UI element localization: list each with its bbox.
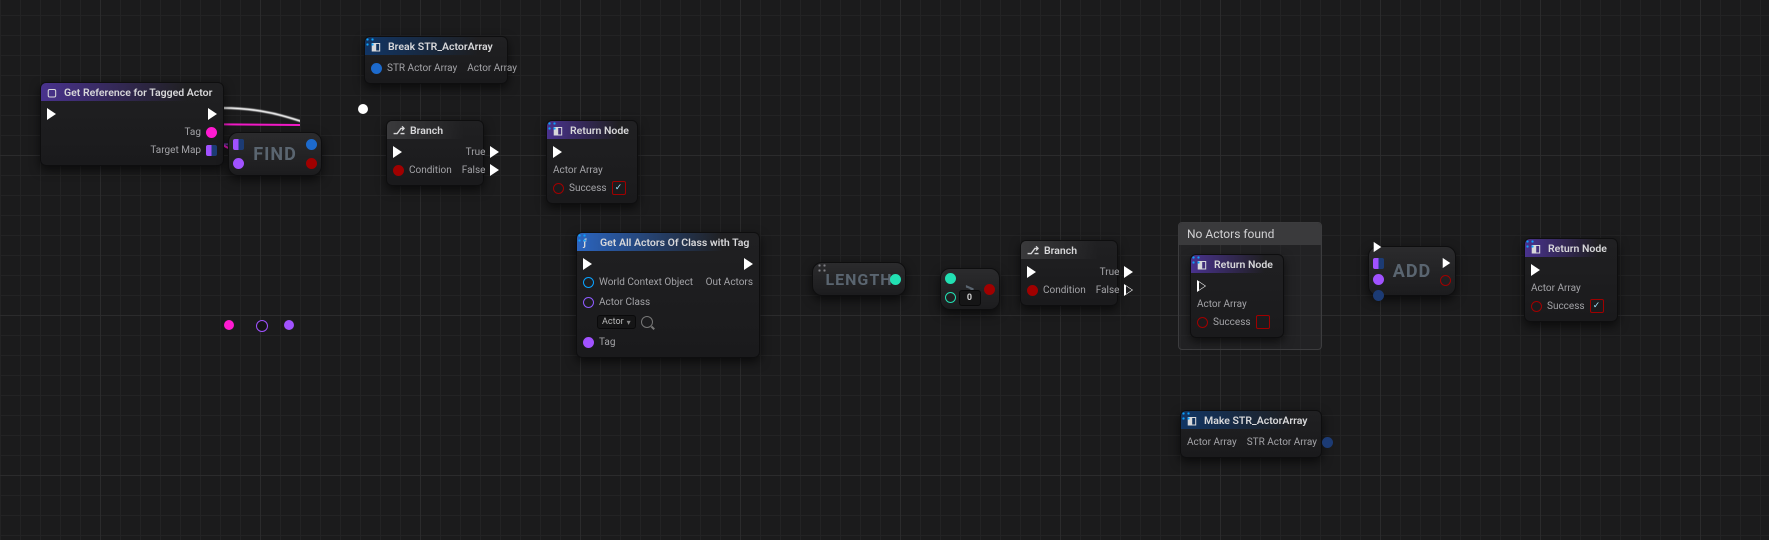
- getall-exec-in[interactable]: [583, 258, 592, 270]
- add-value-in[interactable]: [1373, 290, 1384, 301]
- node-break-struct[interactable]: ◧ Break STR_ActorArray STR Actor Array A…: [364, 36, 508, 84]
- return1-success-pin[interactable]: [553, 183, 564, 194]
- return2-success-checkbox[interactable]: [1256, 315, 1270, 329]
- node-add[interactable]: ADD: [1368, 246, 1456, 296]
- branch1-false-pin[interactable]: [490, 164, 499, 176]
- node-branch-1[interactable]: ⎇ Branch Condition True False: [386, 120, 484, 186]
- return2-success-pin[interactable]: [1197, 317, 1208, 328]
- add-map-in[interactable]: [1373, 258, 1384, 269]
- branch-icon: ⎇: [393, 124, 405, 136]
- pin-targetmap-out[interactable]: [206, 145, 217, 156]
- pin-tag-out[interactable]: [206, 127, 217, 138]
- reroute-exec-1[interactable]: [358, 104, 368, 114]
- find-bool-out[interactable]: [306, 158, 317, 169]
- node-title: Get All Actors Of Class with Tag: [600, 236, 749, 249]
- branch-icon: ⎇: [1027, 244, 1039, 256]
- return1-success-checkbox[interactable]: [612, 181, 626, 195]
- find-label: FIND: [253, 144, 297, 165]
- add-label: ADD: [1393, 261, 1432, 282]
- getall-exec-out[interactable]: [744, 258, 753, 270]
- branch1-true-pin[interactable]: [490, 146, 499, 158]
- make-out-pin[interactable]: [1322, 437, 1333, 448]
- return3-success-pin[interactable]: [1531, 301, 1542, 312]
- branch1-exec-in[interactable]: [393, 146, 402, 158]
- break-out-pin[interactable]: [365, 37, 375, 47]
- return2-arr-pin[interactable]: [1191, 255, 1201, 265]
- exec-in-pin[interactable]: [47, 108, 56, 120]
- getall-out-pin[interactable]: [577, 233, 587, 243]
- node-make-struct[interactable]: ◧ Make STR_ActorArray Actor Array STR Ac…: [1180, 410, 1322, 458]
- add-bool-out[interactable]: [1440, 275, 1451, 286]
- branch2-true-pin[interactable]: [1124, 266, 1133, 278]
- return3-arr-pin[interactable]: [1525, 239, 1535, 249]
- add-exec-out[interactable]: [1443, 257, 1451, 267]
- greater-b-value[interactable]: 0: [959, 290, 981, 306]
- return2-exec-in[interactable]: [1197, 280, 1206, 292]
- node-title: Return Node: [570, 124, 629, 137]
- return1-exec-in[interactable]: [553, 146, 562, 158]
- node-return-2[interactable]: ◧ Return Node Actor Array Success: [1190, 254, 1284, 338]
- branch1-cond-pin[interactable]: [393, 165, 404, 176]
- add-key-in[interactable]: [1373, 274, 1384, 285]
- node-length[interactable]: LENGTH: [812, 262, 906, 296]
- function-icon: ▢: [47, 86, 59, 98]
- exec-out-pin[interactable]: [208, 108, 217, 120]
- find-map-in[interactable]: [233, 139, 244, 150]
- return3-exec-in[interactable]: [1531, 264, 1540, 276]
- getall-tag-pin[interactable]: [583, 337, 594, 348]
- branch2-false-pin[interactable]: [1124, 284, 1133, 296]
- node-get-reference[interactable]: ▢ Get Reference for Tagged Actor Tag Tar…: [40, 82, 224, 166]
- add-exec-in[interactable]: [1374, 242, 1382, 252]
- node-title: Make STR_ActorArray: [1204, 414, 1308, 427]
- branch2-exec-in[interactable]: [1027, 266, 1036, 278]
- node-find[interactable]: FIND: [228, 132, 322, 176]
- length-out-pin[interactable]: [890, 274, 901, 285]
- node-title: Return Node: [1548, 242, 1607, 255]
- return1-arr-pin[interactable]: [547, 121, 557, 131]
- branch2-cond-pin[interactable]: [1027, 285, 1038, 296]
- make-in-pin[interactable]: [1181, 411, 1191, 421]
- return3-success-checkbox[interactable]: [1590, 299, 1604, 313]
- node-return-1[interactable]: ◧ Return Node Actor Array Success: [546, 120, 638, 204]
- reroute-tag-box[interactable]: [256, 320, 268, 332]
- getall-wco-pin[interactable]: [583, 277, 594, 288]
- node-title: Get Reference for Tagged Actor: [64, 86, 212, 99]
- break-in-pin[interactable]: [371, 63, 382, 74]
- comment-title: No Actors found: [1187, 227, 1274, 241]
- find-key-in[interactable]: [233, 158, 244, 169]
- search-icon[interactable]: [641, 316, 653, 328]
- reroute-tag-1[interactable]: [224, 320, 234, 330]
- greater-a-pin[interactable]: [945, 273, 956, 284]
- getall-class-pin[interactable]: [583, 297, 594, 308]
- node-title: Branch: [410, 124, 443, 137]
- node-greater[interactable]: > 0: [940, 268, 1000, 310]
- node-title: Break STR_ActorArray: [388, 40, 493, 53]
- getall-class-selector[interactable]: Actor▾: [597, 315, 636, 329]
- length-label: LENGTH: [825, 270, 892, 289]
- reroute-tag-2[interactable]: [284, 320, 294, 330]
- greater-out-pin[interactable]: [984, 284, 995, 295]
- node-get-all-actors[interactable]: ƒ Get All Actors Of Class with Tag World…: [576, 232, 760, 358]
- node-title: Branch: [1044, 244, 1077, 257]
- node-title: Return Node: [1214, 258, 1273, 271]
- find-value-out[interactable]: [306, 139, 317, 150]
- greater-b-pin[interactable]: [945, 292, 956, 303]
- node-return-3[interactable]: ◧ Return Node Actor Array Success: [1524, 238, 1618, 322]
- length-in-pin[interactable]: [817, 263, 827, 273]
- node-branch-2[interactable]: ⎇ Branch Condition True False: [1020, 240, 1118, 306]
